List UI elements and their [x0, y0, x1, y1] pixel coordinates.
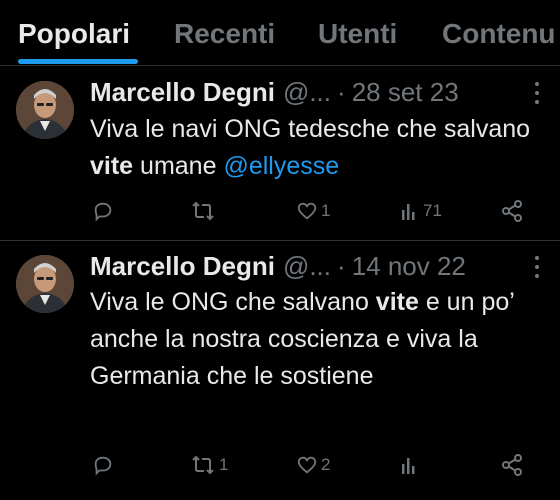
- reply-button[interactable]: [92, 450, 117, 480]
- tweet-text-part: umane: [133, 152, 224, 180]
- avatar[interactable]: [16, 81, 74, 139]
- tweet-date[interactable]: 28 set 23: [352, 77, 459, 107]
- retweet-icon: [192, 455, 214, 475]
- views-button[interactable]: [400, 450, 423, 480]
- retweet-button[interactable]: 1: [190, 450, 228, 480]
- tweet-actions: 1 2: [0, 450, 560, 480]
- retweet-icon: [192, 201, 214, 221]
- tweet-text-part: Viva le navi ONG tedesche che salvano: [90, 115, 531, 143]
- tweet-header: Marcello Degni @... · 28 set 23: [90, 77, 550, 107]
- like-icon: [297, 456, 317, 474]
- separator-dot: ·: [337, 77, 346, 107]
- mention-link[interactable]: @ellyesse: [223, 152, 339, 180]
- views-count: 71: [423, 201, 442, 220]
- reply-button[interactable]: [92, 196, 117, 226]
- like-button[interactable]: 2: [296, 450, 330, 480]
- reply-icon: [94, 456, 112, 476]
- author-handle[interactable]: @...: [283, 77, 331, 107]
- tab-popolari[interactable]: Popolari: [18, 18, 130, 50]
- retweet-button[interactable]: [190, 196, 219, 226]
- share-button[interactable]: [500, 450, 524, 480]
- share-button[interactable]: [500, 196, 524, 226]
- author-handle[interactable]: @...: [283, 251, 331, 281]
- avatar[interactable]: [16, 255, 74, 313]
- tab-recenti[interactable]: Recenti: [174, 18, 275, 50]
- retweet-count: 1: [219, 455, 229, 474]
- more-icon[interactable]: [534, 256, 540, 278]
- like-count: 2: [321, 455, 331, 474]
- tweet-text-bold: vite: [90, 152, 134, 180]
- author-name[interactable]: Marcello Degni: [90, 77, 275, 107]
- separator-dot: ·: [337, 251, 346, 281]
- tweet-actions: 1 71: [0, 196, 560, 226]
- views-button[interactable]: 71: [400, 196, 442, 226]
- tweet[interactable]: Marcello Degni @... · 14 nov 22 Viva le …: [0, 241, 560, 500]
- share-icon: [502, 200, 522, 222]
- more-icon[interactable]: [534, 82, 540, 104]
- tweet-text-part: Viva le ONG che salvano: [90, 288, 376, 316]
- tweet-text-bold: vite: [375, 288, 419, 316]
- like-icon: [297, 202, 317, 220]
- tweet-date[interactable]: 14 nov 22: [352, 251, 466, 281]
- reply-icon: [94, 202, 112, 222]
- active-tab-indicator: [18, 59, 138, 64]
- tab-contenuti[interactable]: Contenu: [442, 18, 556, 50]
- tweet-text: Viva le ONG che salvano vite e un po’ an…: [90, 284, 540, 395]
- tab-utenti[interactable]: Utenti: [318, 18, 397, 50]
- tweet[interactable]: Marcello Degni @... · 28 set 23 Viva le …: [0, 67, 560, 240]
- search-tabs: Popolari Recenti Utenti Contenu: [0, 0, 560, 66]
- like-button[interactable]: 1: [296, 196, 330, 226]
- views-icon: [402, 458, 415, 474]
- tweet-text: Viva le navi ONG tedesche che salvano vi…: [90, 111, 540, 185]
- like-count: 1: [321, 201, 331, 220]
- author-name[interactable]: Marcello Degni: [90, 251, 275, 281]
- tweet-header: Marcello Degni @... · 14 nov 22: [90, 251, 550, 281]
- views-icon: [402, 204, 415, 220]
- share-icon: [502, 454, 522, 476]
